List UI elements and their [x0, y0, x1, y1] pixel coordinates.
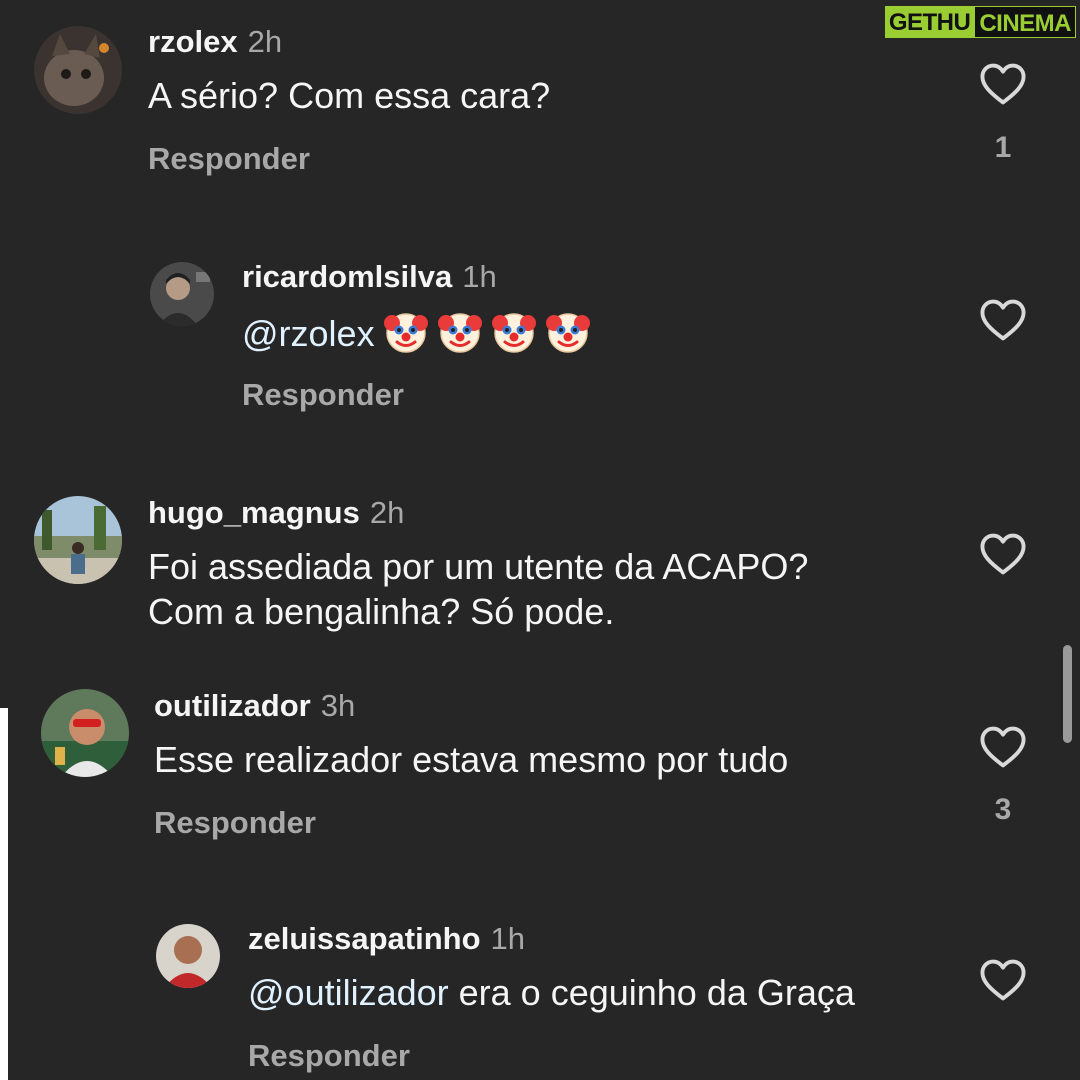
username[interactable]: hugo_magnus: [148, 495, 360, 530]
watermark-part2: CINEMA: [974, 6, 1076, 38]
reply-button[interactable]: Responder: [148, 141, 310, 177]
timestamp: 2h: [369, 495, 405, 530]
comment-text-line1: Foi assediada por um utente da ACAPO?: [148, 546, 809, 587]
like-button[interactable]: [977, 528, 1029, 580]
avatar[interactable]: [150, 262, 214, 326]
clown-face-emoji: [491, 308, 537, 354]
username[interactable]: outilizador: [154, 688, 311, 723]
reply-button[interactable]: Responder: [154, 805, 316, 841]
avatar[interactable]: [34, 496, 122, 584]
like-count: 3: [994, 793, 1012, 826]
comment-meta: ricardomlsilva 1h: [242, 259, 497, 295]
clown-face-emoji: [545, 308, 591, 354]
like-button[interactable]: [977, 58, 1029, 110]
left-white-edge: [0, 708, 8, 1080]
clown-face-emoji: [383, 308, 429, 354]
avatar[interactable]: [41, 689, 129, 777]
comment-meta: outilizador 3h: [154, 688, 355, 724]
timestamp: 1h: [462, 259, 497, 294]
comment-text: @outilizador era o ceguinho da Graça: [248, 970, 855, 1015]
comment-meta: rzolex 2h: [148, 24, 282, 60]
like-button[interactable]: [977, 294, 1029, 346]
comment-meta: hugo_magnus 2h: [148, 495, 404, 531]
avatar[interactable]: [34, 26, 122, 114]
scrollbar-thumb[interactable]: [1063, 645, 1072, 743]
emoji-row: [375, 313, 591, 354]
comment-text: Esse realizador estava mesmo por tudo: [154, 739, 789, 780]
comment-text-rest: era o ceguinho da Graça: [448, 972, 855, 1013]
reply-button[interactable]: Responder: [248, 1038, 410, 1074]
comment-meta: zeluissapatinho 1h: [248, 921, 525, 957]
like-button[interactable]: [977, 721, 1029, 773]
comment-text: @rzolex: [242, 308, 591, 356]
heart-outline-icon: [980, 299, 1026, 341]
timestamp: 1h: [490, 921, 526, 956]
username[interactable]: rzolex: [148, 24, 238, 59]
heart-outline-icon: [980, 959, 1026, 1001]
timestamp: 2h: [247, 24, 283, 59]
comment-text-line2: Com a bengalinha? Só pode.: [148, 591, 615, 632]
heart-outline-icon: [980, 63, 1026, 105]
watermark-part1: GETHU: [884, 6, 975, 38]
like-button[interactable]: [977, 954, 1029, 1006]
heart-outline-icon: [980, 533, 1026, 575]
timestamp: 3h: [320, 688, 356, 723]
mention-link[interactable]: @rzolex: [242, 313, 375, 354]
username[interactable]: zeluissapatinho: [248, 921, 481, 956]
like-count: 1: [994, 131, 1012, 164]
mention-link[interactable]: @outilizador: [248, 972, 449, 1013]
clown-face-emoji: [437, 308, 483, 354]
username[interactable]: ricardomlsilva: [242, 259, 452, 294]
comment-text: A sério? Com essa cara?: [148, 75, 551, 116]
watermark-logo: GETHU CINEMA: [884, 6, 1076, 38]
reply-button[interactable]: Responder: [242, 377, 404, 413]
avatar[interactable]: [156, 924, 220, 988]
heart-outline-icon: [980, 726, 1026, 768]
